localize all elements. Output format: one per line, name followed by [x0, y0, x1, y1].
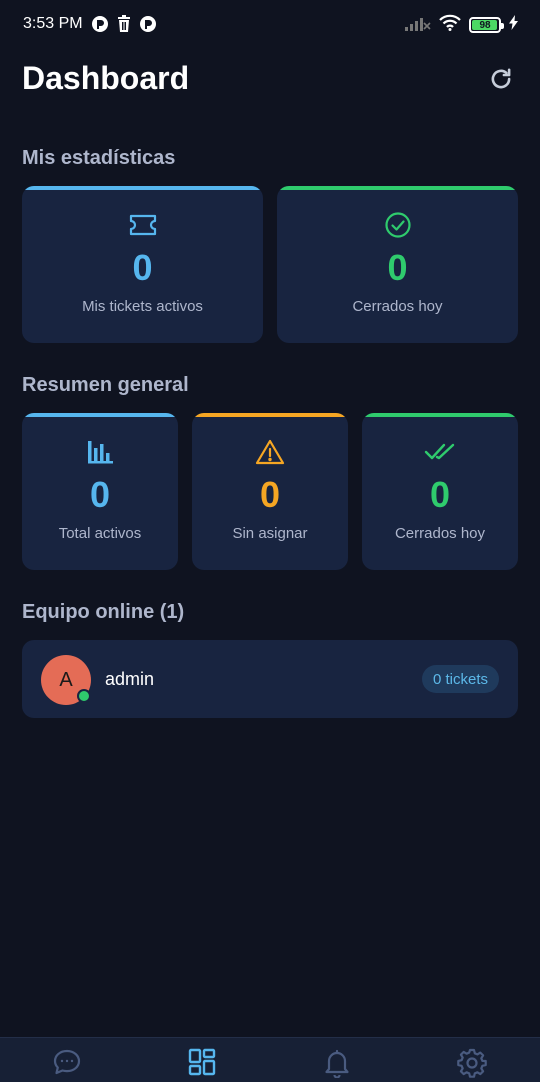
warning-icon [255, 437, 285, 467]
closed-today-value: 0 [429, 474, 451, 515]
bar-chart-icon [86, 437, 114, 467]
my-closed-today-value: 0 [387, 247, 408, 288]
online-status-dot [77, 689, 91, 703]
my-stats-title: Mis estadísticas [22, 147, 176, 169]
card-accent-bar [22, 413, 178, 417]
app-notification-icon [139, 15, 157, 38]
nav-notifications[interactable] [317, 1048, 357, 1082]
settings-icon [457, 1048, 487, 1078]
status-system-icons: 98 [405, 14, 518, 36]
ticket-count-badge: 0 tickets [421, 665, 499, 693]
my-active-tickets-label: Mis tickets activos [82, 298, 203, 315]
nav-chat[interactable] [47, 1048, 87, 1082]
bottom-nav [0, 1037, 540, 1082]
charging-icon [509, 15, 518, 35]
status-bar: 3:53 PM 98 [0, 0, 540, 50]
status-notification-icons [91, 15, 157, 38]
nav-dashboard[interactable] [182, 1048, 222, 1082]
battery-level: 98 [479, 19, 491, 31]
page-title: Dashboard [22, 60, 190, 96]
nav-settings[interactable] [452, 1048, 492, 1082]
refresh-icon [491, 68, 511, 89]
app-notification-icon [91, 15, 109, 38]
my-closed-today-card[interactable]: 0 Cerrados hoy [277, 186, 518, 343]
chat-icon [53, 1049, 81, 1075]
card-accent-bar [362, 413, 518, 417]
unassigned-label: Sin asignar [232, 525, 308, 542]
unassigned-card[interactable]: 0 Sin asignar [192, 413, 348, 570]
double-check-icon [424, 437, 456, 467]
team-member-row[interactable]: A admin 0 tickets [22, 640, 518, 718]
battery-icon: 98 [469, 17, 504, 33]
wifi-icon [439, 14, 461, 36]
signal-icon [405, 15, 431, 36]
refresh-button[interactable] [486, 64, 516, 94]
total-active-value: 0 [89, 474, 111, 515]
team-online-title: Equipo online (1) [22, 601, 185, 623]
status-time: 3:53 PM [23, 15, 83, 32]
total-active-label: Total activos [58, 525, 142, 542]
dashboard-screen: 3:53 PM 98 Dashboard Mis estadísticas 0 … [0, 0, 540, 1082]
unassigned-value: 0 [259, 474, 281, 515]
my-active-tickets-value: 0 [132, 247, 153, 288]
total-active-card[interactable]: 0 Total activos [22, 413, 178, 570]
card-accent-bar [277, 186, 518, 190]
summary-title: Resumen general [22, 374, 189, 396]
check-circle-icon [384, 210, 412, 240]
my-closed-today-label: Cerrados hoy [352, 298, 443, 315]
trash-icon [116, 15, 132, 38]
card-accent-bar [192, 413, 348, 417]
member-name: admin [105, 669, 155, 689]
ticket-icon [129, 210, 157, 240]
closed-today-card[interactable]: 0 Cerrados hoy [362, 413, 518, 570]
dashboard-icon [188, 1048, 216, 1076]
bell-icon [325, 1049, 349, 1078]
my-active-tickets-card[interactable]: 0 Mis tickets activos [22, 186, 263, 343]
card-accent-bar [22, 186, 263, 190]
closed-today-label: Cerrados hoy [394, 525, 486, 542]
avatar-initial: A [59, 668, 73, 691]
